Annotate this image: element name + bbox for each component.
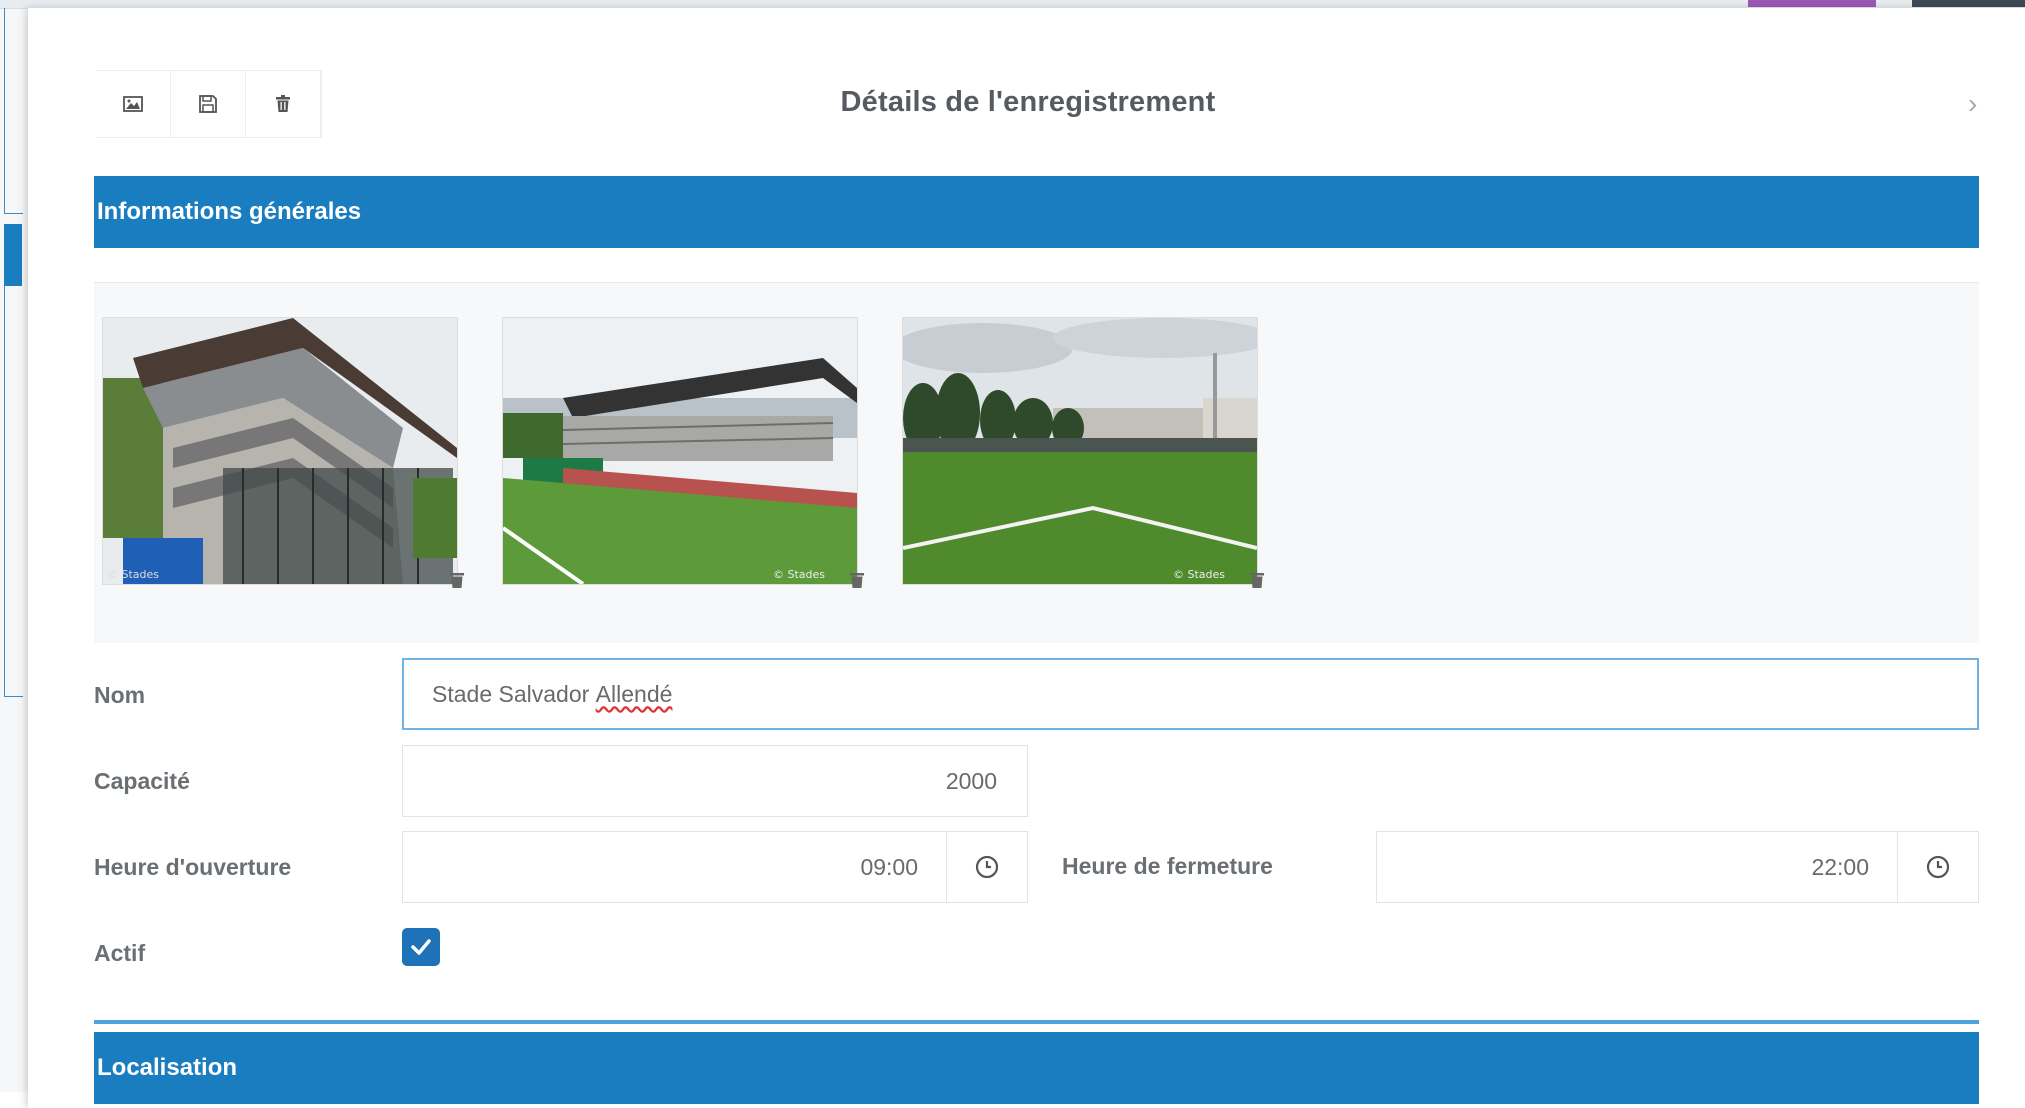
photo-2-watermark: © Stades bbox=[773, 568, 825, 581]
modal-title: Détails de l'enregistrement bbox=[840, 86, 1216, 118]
actif-label: Actif bbox=[94, 940, 146, 966]
clock-icon bbox=[1926, 855, 1950, 879]
section-header-general[interactable]: Informations générales bbox=[94, 176, 1979, 248]
nom-value: Stade Salvador bbox=[432, 680, 596, 707]
photo-1[interactable]: © Stades bbox=[102, 317, 458, 585]
modal-close-button[interactable]: › bbox=[1968, 88, 1977, 120]
ouverture-clock-button[interactable] bbox=[946, 832, 1027, 902]
background-panel-frame bbox=[4, 8, 23, 214]
fermeture-clock-button[interactable] bbox=[1897, 832, 1978, 902]
capacite-input[interactable]: 2000 bbox=[402, 745, 1028, 817]
capacite-value: 2000 bbox=[945, 767, 997, 794]
actif-checkbox[interactable] bbox=[402, 928, 440, 966]
nom-input[interactable]: Stade Salvador Allendé bbox=[402, 658, 1979, 730]
background-panel-tab bbox=[4, 224, 22, 286]
photo-1-image: © Stades bbox=[103, 318, 457, 584]
section-divider bbox=[94, 1020, 1979, 1024]
clock-icon bbox=[975, 855, 999, 879]
photo-3-image: © Stades bbox=[903, 318, 1257, 584]
photo-2[interactable]: © Stades bbox=[502, 317, 858, 585]
photo-2-image: © Stades bbox=[503, 318, 857, 584]
fermeture-label: Heure de fermeture bbox=[1062, 853, 1273, 879]
photo-2-delete-icon[interactable] bbox=[846, 569, 868, 591]
capacite-label: Capacité bbox=[94, 768, 190, 794]
fermeture-value: 22:00 bbox=[1811, 853, 1869, 880]
photo-gallery: © Stades © Stades © Stades bbox=[94, 282, 1979, 643]
section-header-localisation[interactable]: Localisation bbox=[94, 1032, 1979, 1104]
background-panel-frame-lower bbox=[4, 286, 23, 697]
background-purple-tab bbox=[1748, 0, 1876, 7]
record-details-modal: Détails de l'enregistrement › Informatio… bbox=[28, 8, 2025, 1108]
photo-3[interactable]: © Stades bbox=[902, 317, 1258, 585]
background-dark-tab bbox=[1912, 0, 2025, 7]
ouverture-label: Heure d'ouverture bbox=[94, 854, 292, 880]
photo-1-watermark: © Stades bbox=[107, 568, 159, 581]
fermeture-input[interactable]: 22:00 bbox=[1376, 831, 1979, 903]
checkmark-icon bbox=[411, 939, 431, 955]
photo-3-delete-icon[interactable] bbox=[1246, 569, 1268, 591]
photo-1-delete-icon[interactable] bbox=[446, 569, 468, 591]
ouverture-value: 09:00 bbox=[860, 853, 918, 880]
photo-3-watermark: © Stades bbox=[1173, 568, 1225, 581]
nom-label: Nom bbox=[94, 682, 146, 708]
nom-value-misspelled: Allendé bbox=[595, 680, 673, 707]
ouverture-input[interactable]: 09:00 bbox=[402, 831, 1028, 903]
